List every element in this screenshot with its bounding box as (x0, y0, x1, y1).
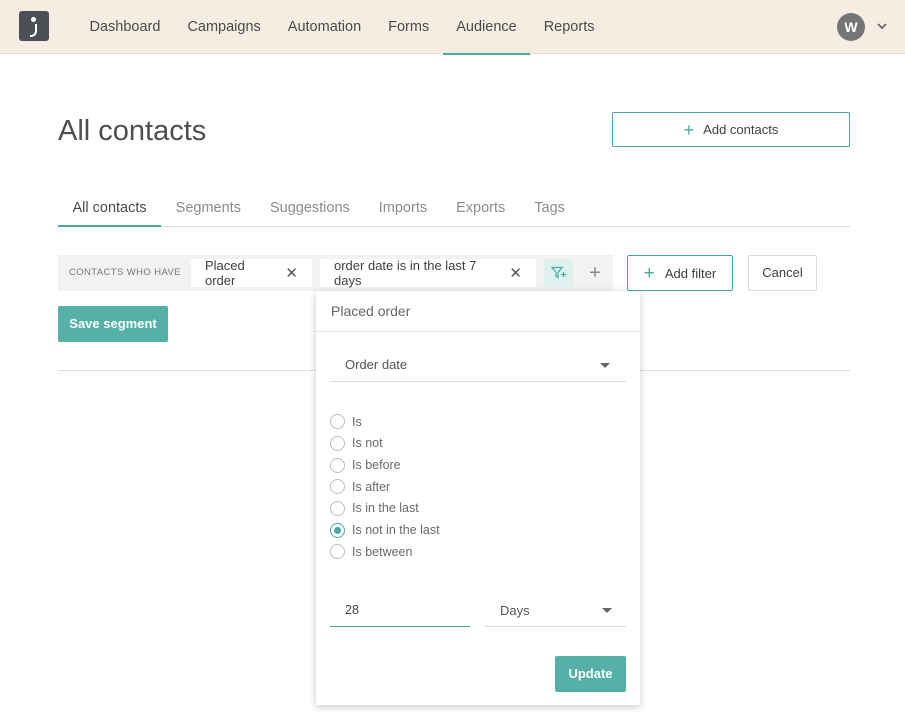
cancel-button[interactable]: Cancel (748, 255, 817, 291)
tab-all-contacts[interactable]: All contacts (58, 190, 162, 227)
field-select-value: Order date (345, 357, 408, 372)
main-nav: Dashboard Campaigns Automation Forms Aud… (76, 0, 608, 55)
operator-radio-group: Is Is not Is before Is after Is in the l… (330, 411, 440, 563)
unit-select-dropdown[interactable]: Days (485, 594, 626, 627)
filter-chip-label: order date is in the last 7 days (334, 258, 477, 288)
top-navigation-bar: Dashboard Campaigns Automation Forms Aud… (0, 0, 905, 55)
tab-tags[interactable]: Tags (520, 190, 580, 226)
radio-button[interactable] (330, 435, 345, 451)
filter-label: CONTACTS WHO HAVE (69, 267, 182, 278)
radio-button[interactable] (330, 414, 345, 430)
filter-condition-popover: Placed order Order date Is Is not Is bef… (316, 291, 640, 705)
unit-select-value: Days (500, 603, 530, 618)
nav-item-reports[interactable]: Reports (530, 0, 608, 54)
nav-item-campaigns[interactable]: Campaigns (174, 0, 274, 54)
field-select-dropdown[interactable]: Order date (330, 348, 626, 382)
popover-title: Placed order (316, 291, 640, 332)
radio-option-is-not-in-the-last[interactable]: Is not in the last (330, 519, 440, 541)
tab-segments[interactable]: Segments (161, 190, 255, 226)
radio-button[interactable] (330, 500, 345, 516)
filter-chip-event[interactable]: Placed order ✕ (191, 258, 312, 288)
nav-item-dashboard[interactable]: Dashboard (76, 0, 174, 54)
filter-add-icon[interactable] (544, 259, 573, 287)
plus-icon: + (683, 119, 695, 140)
close-icon[interactable]: ✕ (509, 264, 522, 282)
add-condition-plus-icon[interactable]: + (583, 259, 607, 287)
radio-button-checked[interactable] (330, 522, 345, 538)
add-contacts-label: Add contacts (703, 122, 779, 137)
radio-option-is-between[interactable]: Is between (330, 541, 440, 563)
save-segment-button[interactable]: Save segment (58, 306, 168, 342)
radio-option-is-in-the-last[interactable]: Is in the last (330, 498, 440, 520)
segment-filter-bar: CONTACTS WHO HAVE Placed order ✕ order d… (58, 255, 613, 291)
tab-exports[interactable]: Exports (442, 190, 520, 226)
radio-label: Is not (352, 436, 383, 451)
radio-label: Is before (352, 458, 401, 473)
radio-button[interactable] (330, 457, 345, 473)
app-logo-icon[interactable] (19, 11, 49, 41)
user-avatar[interactable]: W (837, 13, 865, 41)
chevron-down-icon[interactable] (876, 20, 888, 32)
add-filter-label: Add filter (664, 265, 717, 281)
page-title: All contacts (58, 115, 207, 147)
days-value-input[interactable] (330, 594, 470, 627)
nav-item-forms[interactable]: Forms (375, 0, 443, 54)
radio-label: Is (352, 414, 362, 429)
filter-chip-label: Placed order (205, 258, 245, 288)
contacts-tabs: All contacts Segments Suggestions Import… (58, 190, 850, 227)
nav-item-audience[interactable]: Audience (442, 0, 531, 55)
add-contacts-button[interactable]: + Add contacts (612, 112, 850, 147)
radio-label: Is after (352, 479, 391, 494)
add-filter-button[interactable]: + Add filter (627, 255, 733, 291)
caret-down-icon (600, 363, 610, 368)
radio-label: Is not in the last (352, 523, 440, 538)
close-icon[interactable]: ✕ (285, 264, 298, 282)
radio-label: Is in the last (352, 501, 419, 516)
radio-option-is-before[interactable]: Is before (330, 454, 440, 476)
radio-option-is[interactable]: Is (330, 411, 440, 433)
caret-down-icon (602, 608, 612, 613)
tab-suggestions[interactable]: Suggestions (255, 190, 364, 226)
radio-option-is-not[interactable]: Is not (330, 433, 440, 455)
update-button[interactable]: Update (555, 656, 626, 692)
nav-item-automation[interactable]: Automation (274, 0, 374, 54)
plus-icon: + (643, 262, 655, 284)
radio-button[interactable] (330, 544, 345, 560)
radio-label: Is between (352, 544, 413, 559)
tab-imports[interactable]: Imports (364, 190, 441, 226)
radio-button[interactable] (330, 479, 345, 495)
radio-option-is-after[interactable]: Is after (330, 476, 440, 498)
filter-chip-condition[interactable]: order date is in the last 7 days ✕ (320, 258, 536, 288)
